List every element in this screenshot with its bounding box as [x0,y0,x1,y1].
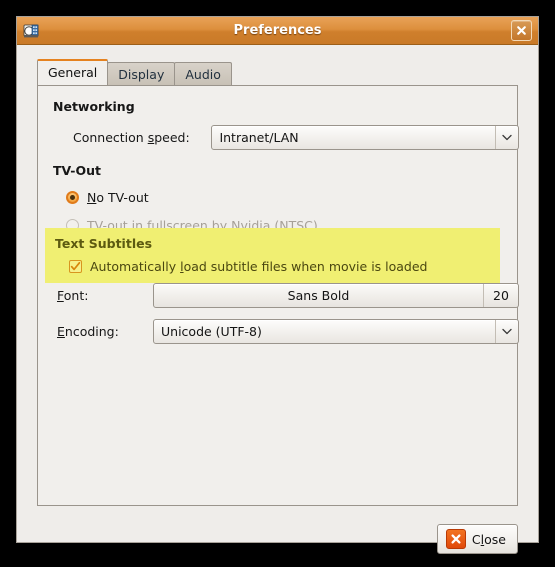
connection-speed-label-post: peed: [154,130,190,145]
chevron-down-icon [495,320,518,343]
window-title: Preferences [233,23,322,38]
autoload-subtitles-label: Automatically load subtitle files when m… [90,259,428,274]
encoding-combobox[interactable]: Unicode (UTF-8) [153,319,519,344]
font-picker-size: 20 [483,284,518,307]
close-icon [517,26,526,35]
connection-speed-combobox[interactable]: Intranet/LAN [211,125,519,150]
encoding-label-post: ncoding: [64,324,119,339]
section-heading-networking: Networking [53,99,135,114]
tab-display[interactable]: Display [107,62,176,85]
connection-speed-label-pre: Connection [73,130,148,145]
close-label-pre: C [471,531,481,547]
section-heading-tvout: TV-Out [53,163,101,178]
font-label: Font: [57,288,153,303]
connection-speed-value: Intranet/LAN [219,130,299,145]
radio-no-tvout-label-mnemonic: N [87,189,97,205]
totem-movie-player-icon [23,22,41,40]
radio-row-no-tvout[interactable]: No TV-out [66,186,318,208]
radio-no-tvout-label-post: o TV-out [96,189,149,205]
window-titlebar[interactable]: Preferences [17,17,538,45]
preferences-notebook: General Display Audio Networking Connect… [37,59,519,506]
tab-display-label: Display [118,67,165,82]
tab-audio-label: Audio [185,67,221,82]
autoload-subtitles-row[interactable]: Automatically load subtitle files when m… [69,259,490,274]
tab-general-label: General [48,65,98,80]
font-row: Font: Sans Bold 20 [57,283,519,308]
tab-page-general: Networking Connection speed: Intranet/LA… [37,85,519,506]
chevron-down-icon [495,126,518,149]
font-picker-button[interactable]: Sans Bold 20 [153,283,519,308]
tab-strip: General Display Audio [37,59,232,85]
encoding-label-mnemonic: E [57,324,65,339]
connection-speed-row: Connection speed: Intranet/LAN [73,125,519,150]
section-heading-text-subtitles: Text Subtitles [55,236,153,251]
encoding-label: Encoding: [57,324,153,339]
checkmark-icon [70,261,81,271]
window-body: General Display Audio Networking Connect… [17,45,538,554]
close-button-label: Close [472,532,506,547]
close-x-icon [445,529,466,549]
text-subtitles-highlight-region: Text Subtitles Automatically load subtit… [45,228,500,283]
window-close-button[interactable] [511,20,532,41]
font-label-mnemonic: F [57,288,64,303]
connection-speed-label: Connection speed: [73,130,211,145]
close-button[interactable]: Close [436,524,518,554]
tab-audio[interactable]: Audio [174,62,232,85]
autoload-subtitles-checkbox[interactable] [69,260,82,273]
font-label-post: ont: [63,288,89,303]
encoding-row: Encoding: Unicode (UTF-8) [57,319,519,344]
font-picker-name: Sans Bold [287,288,350,303]
autoload-label-post: oad subtitle files when movie is loaded [183,259,428,274]
tab-general[interactable]: General [37,59,109,85]
radio-no-tvout-label: No TV-out [87,190,149,205]
autoload-label-pre: Automatically [90,259,181,274]
encoding-value: Unicode (UTF-8) [161,324,262,339]
dialog-action-area: Close [37,515,518,557]
close-label-post: ose [484,531,506,547]
radio-no-tvout-indicator[interactable] [66,190,79,204]
preferences-window: Preferences General Display Audio Networ… [16,16,539,554]
